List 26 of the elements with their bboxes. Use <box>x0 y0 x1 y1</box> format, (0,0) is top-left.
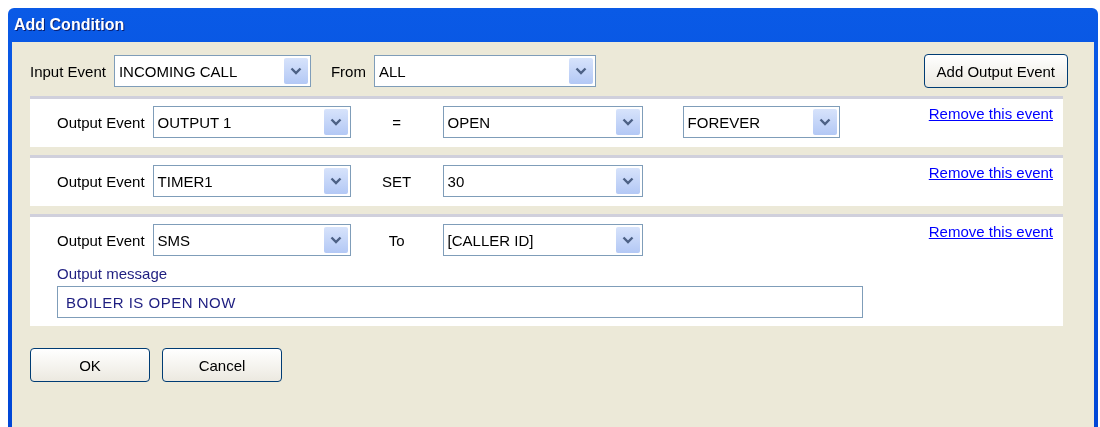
value-dropdown[interactable]: [CALLER ID] <box>442 224 643 256</box>
output-message-field[interactable]: BOILER IS OPEN NOW <box>57 286 863 318</box>
input-event-label: Input Event <box>30 62 106 80</box>
operator-label: SET <box>380 172 413 190</box>
dialog-button[interactable]: OK <box>30 348 150 382</box>
output-event-label: Output Event <box>57 172 145 190</box>
from-dropdown[interactable]: ALL <box>373 55 596 87</box>
remove-event-link[interactable]: Remove this event <box>928 223 1053 240</box>
window-title: Add Condition <box>13 15 126 35</box>
remove-event-link[interactable]: Remove this event <box>928 164 1053 181</box>
dialog-button[interactable]: Cancel <box>162 348 282 382</box>
output-event-label: Output Event <box>57 231 145 249</box>
from-label: From <box>330 62 366 80</box>
input-event-dropdown[interactable]: INCOMING CALL <box>113 55 311 87</box>
output-event-dropdown[interactable]: TIMER1 <box>152 165 351 197</box>
output-message-label: Output message <box>57 265 168 282</box>
operator-label: To <box>387 231 406 249</box>
value-dropdown[interactable]: OPEN <box>442 106 643 138</box>
output-event-label: Output Event <box>57 113 145 131</box>
output-event-dropdown[interactable]: OUTPUT 1 <box>152 106 351 138</box>
value-dropdown[interactable]: 30 <box>442 165 643 197</box>
operator-label: = <box>391 113 402 131</box>
remove-event-link[interactable]: Remove this event <box>928 105 1053 122</box>
add-output-event-button[interactable]: Add Output Event <box>923 54 1068 88</box>
duration-dropdown[interactable]: FOREVER <box>682 106 840 138</box>
output-event-dropdown[interactable]: SMS <box>152 224 351 256</box>
